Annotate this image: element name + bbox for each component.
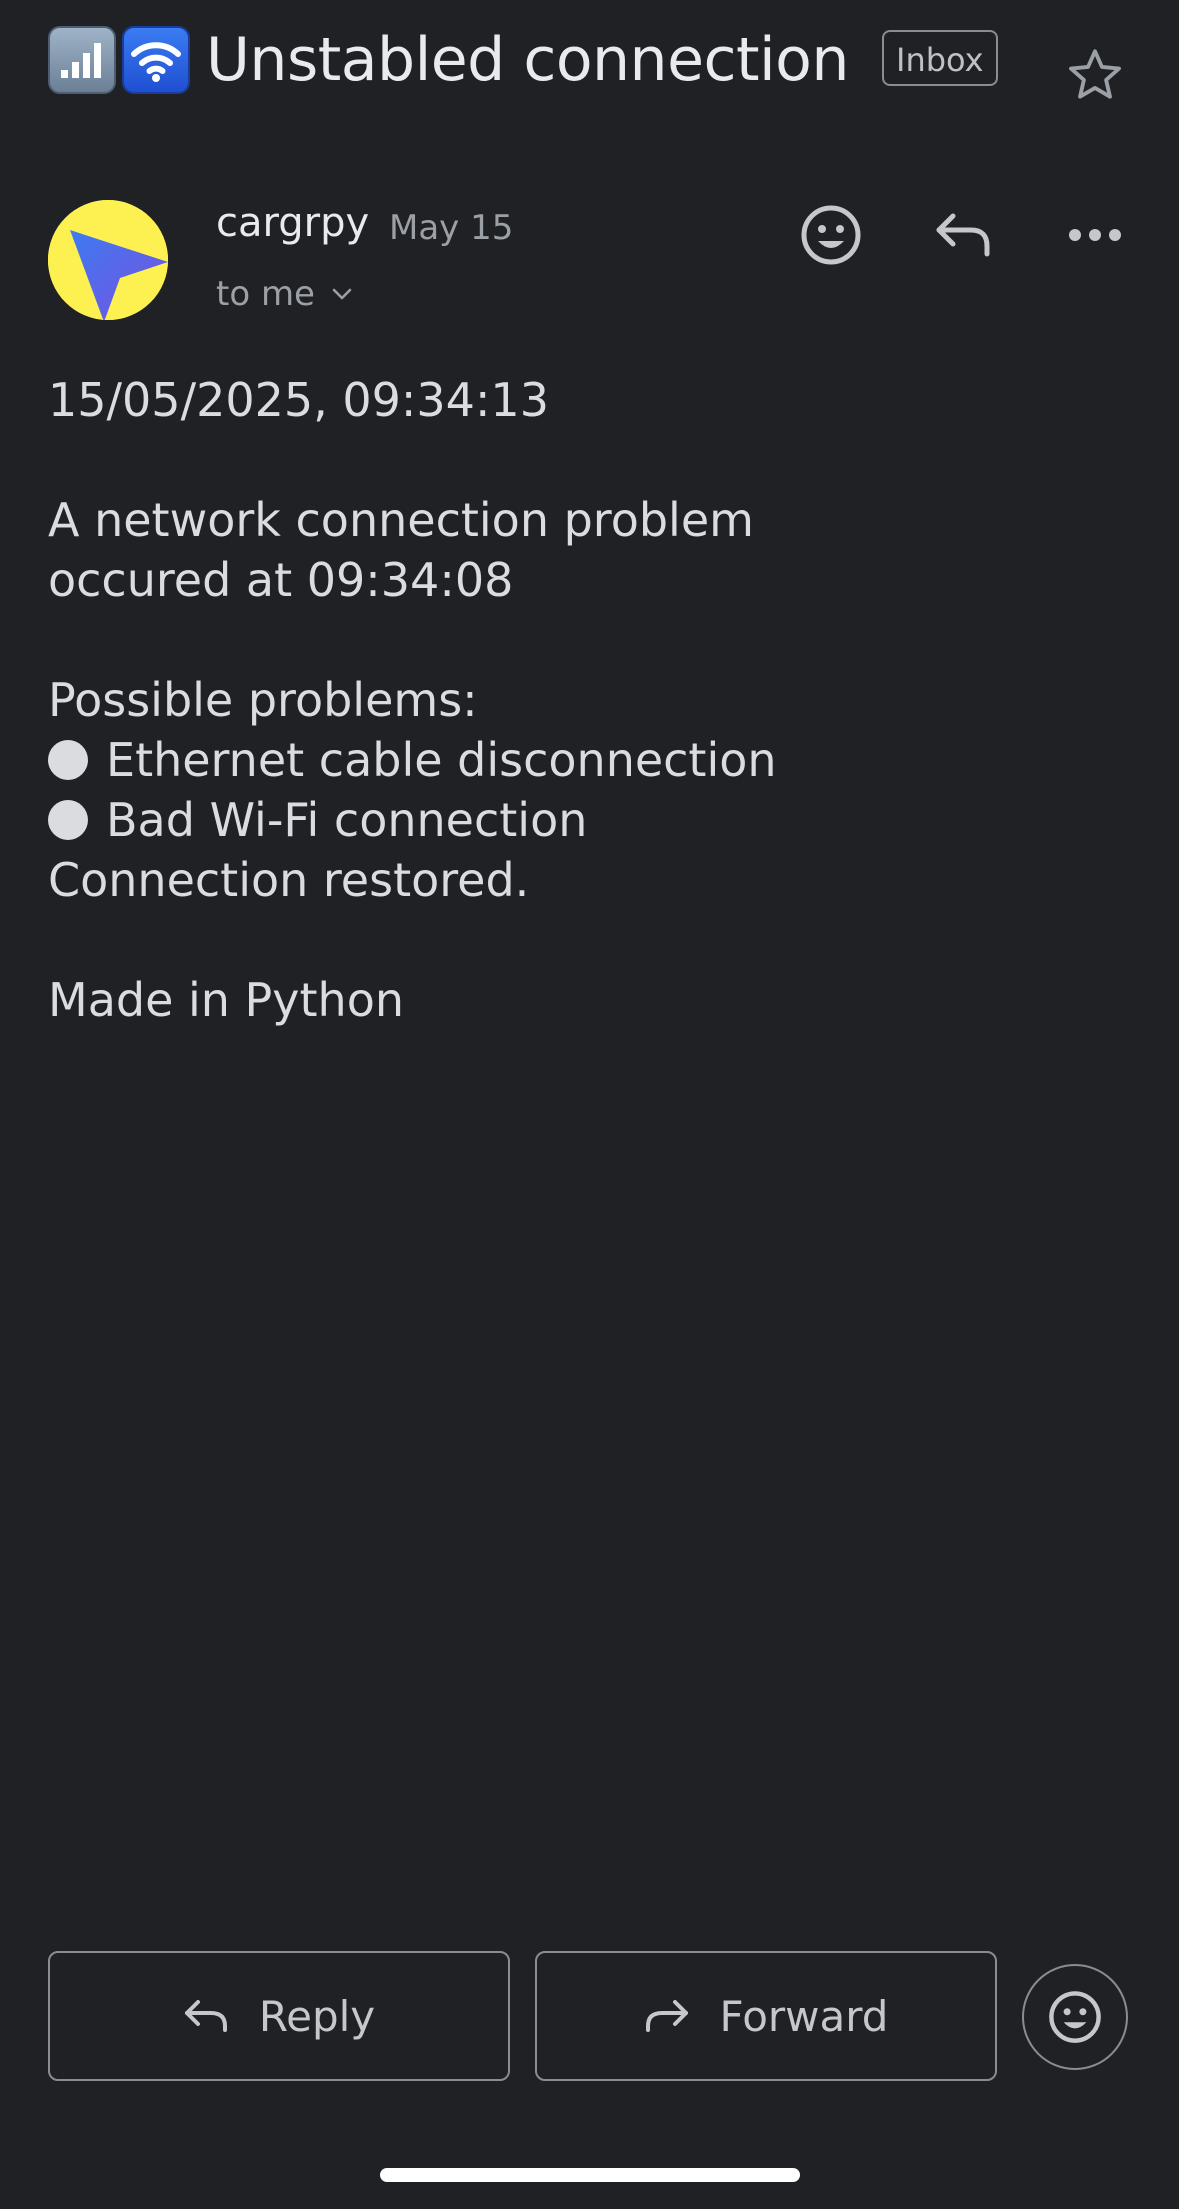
recipient-details-toggle[interactable]: to me <box>216 274 353 314</box>
wifi-emoji-icon <box>122 26 190 94</box>
bullet-text: Ethernet cable disconnection <box>106 733 777 787</box>
email-view: Unstabled connection Inbox cargrpy May 1… <box>0 0 1179 2209</box>
forward-arrow-icon <box>645 2000 688 2032</box>
email-date: May 15 <box>389 208 514 248</box>
emoji-react-button[interactable] <box>1022 1964 1128 2070</box>
sender-name[interactable]: cargrpy <box>216 200 369 246</box>
recipient-label: to me <box>216 274 315 314</box>
list-item: Ethernet cable disconnection <box>48 730 1128 790</box>
email-subject: Unstabled connection <box>206 25 849 95</box>
signal-bars-emoji-icon <box>48 26 116 94</box>
star-icon[interactable] <box>1064 44 1126 106</box>
body-timestamp: 15/05/2025, 09:34:13 <box>48 373 549 427</box>
subject-row: Unstabled connection <box>48 22 849 98</box>
list-item: Bad Wi-Fi connection <box>48 790 1128 850</box>
reply-button[interactable]: Reply <box>48 1951 510 2081</box>
reply-arrow-icon <box>184 2000 227 2032</box>
forward-button-label: Forward <box>719 1991 889 2041</box>
email-body: 15/05/2025, 09:34:13 A network connectio… <box>48 370 1128 1030</box>
body-problem-line-2: occured at 09:34:08 <box>48 553 514 607</box>
reply-icon[interactable] <box>928 200 998 270</box>
smiley-icon <box>1049 1991 1101 2043</box>
bullet-icon <box>48 800 88 840</box>
chevron-down-icon <box>332 288 352 300</box>
more-options-icon[interactable] <box>1060 200 1130 270</box>
bullet-icon <box>48 740 88 780</box>
body-restored: Connection restored. <box>48 853 530 907</box>
reply-button-label: Reply <box>258 1991 376 2041</box>
body-footer: Made in Python <box>48 973 405 1027</box>
emoji-reaction-icon[interactable] <box>796 200 866 270</box>
body-problem-line-1: A network connection problem <box>48 493 754 547</box>
sender-avatar[interactable] <box>48 200 168 320</box>
bullet-text: Bad Wi-Fi connection <box>106 793 588 847</box>
body-possible-heading: Possible problems: <box>48 673 478 727</box>
forward-button[interactable]: Forward <box>535 1951 997 2081</box>
inbox-label-badge[interactable]: Inbox <box>882 30 998 86</box>
home-indicator[interactable] <box>380 2168 800 2182</box>
